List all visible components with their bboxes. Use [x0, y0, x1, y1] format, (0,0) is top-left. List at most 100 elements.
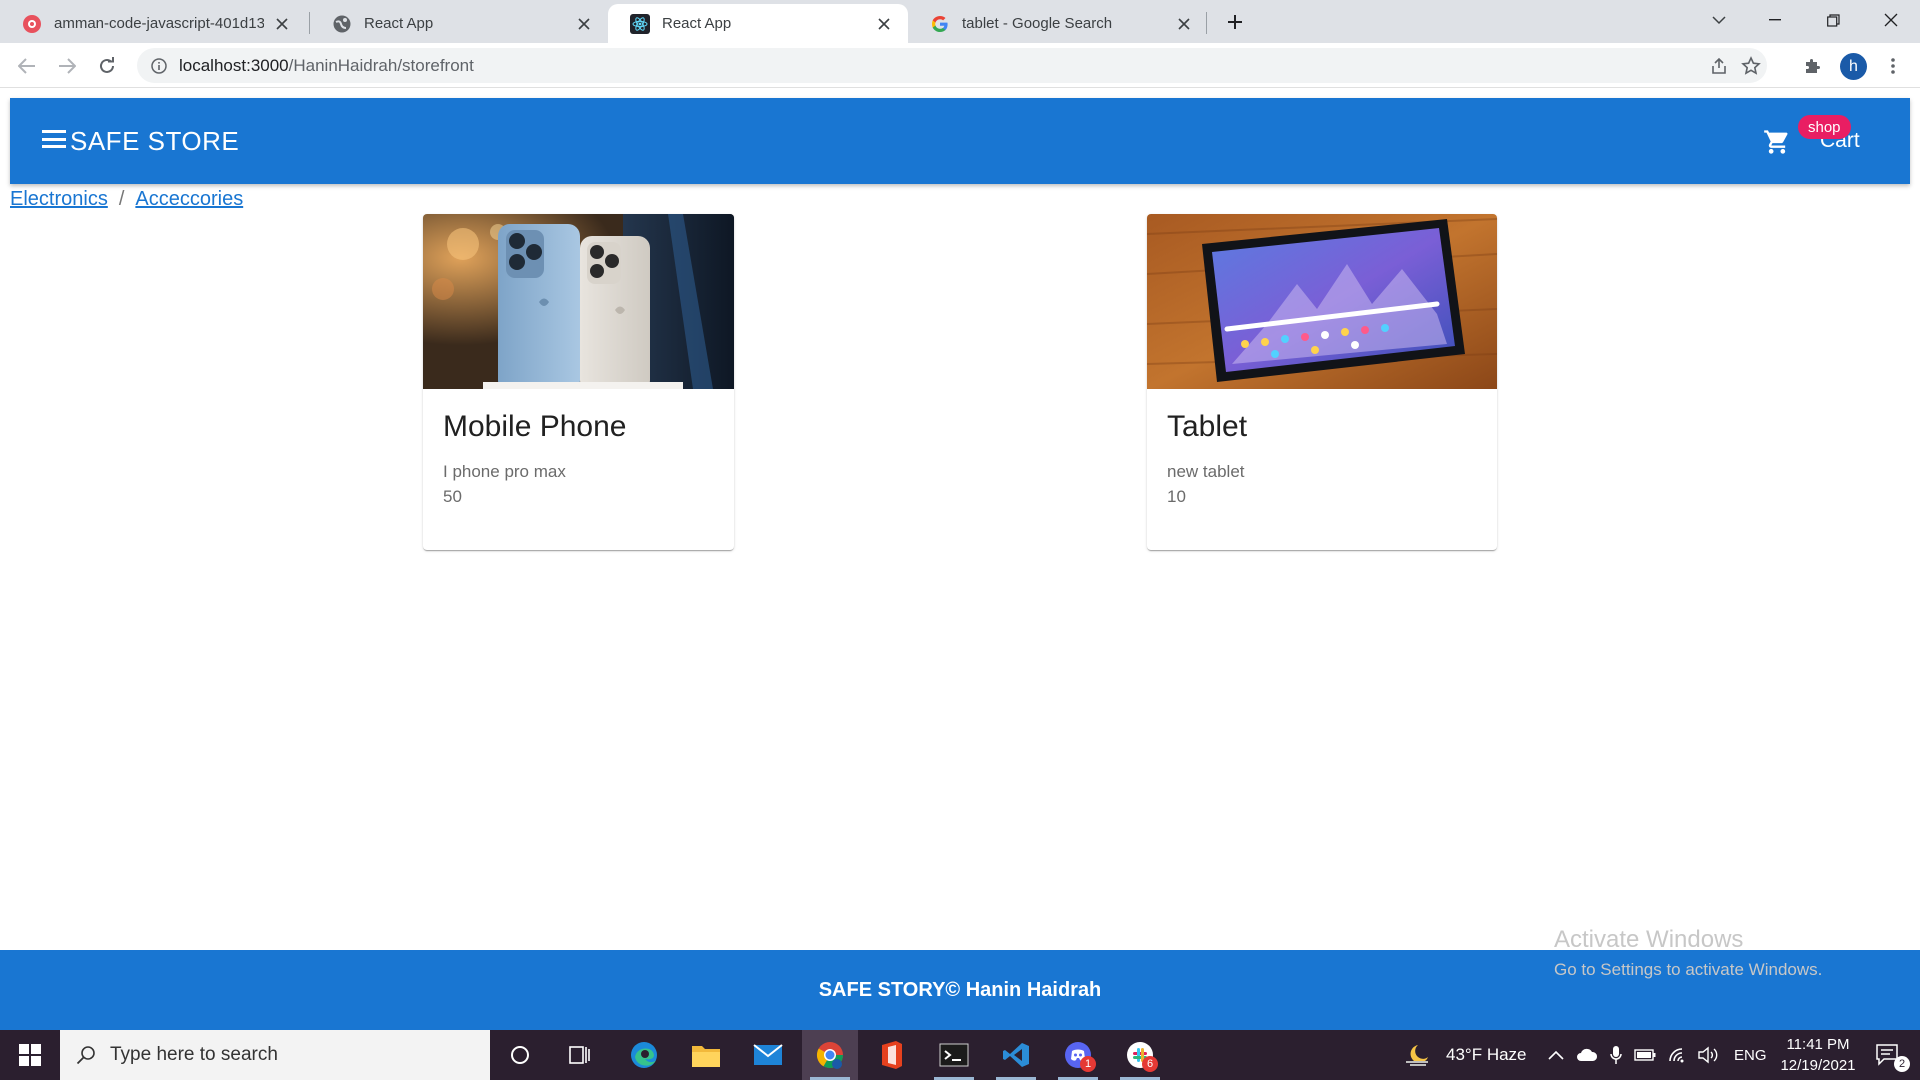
- minimize-icon: [1769, 19, 1781, 21]
- product-image-phones: [423, 214, 734, 389]
- address-bar[interactable]: localhost:3000/HaninHaidrah/storefront: [137, 48, 1767, 83]
- info-icon[interactable]: [151, 57, 167, 74]
- tab-amman-code[interactable]: amman-code-javascript-401d13:: [0, 4, 306, 43]
- tab-title: React App: [662, 15, 732, 32]
- footer-text: SAFE STORY© Hanin Haidrah: [818, 978, 1102, 1001]
- tab-separator: [1206, 12, 1207, 34]
- kebab-menu-icon: [1891, 58, 1895, 74]
- tab-title: tablet - Google Search: [962, 15, 1113, 32]
- windows-taskbar: Type here to search 1 6 43°F Haze ENG 11…: [0, 1030, 1920, 1080]
- taskbar-mail[interactable]: [740, 1030, 796, 1080]
- notification-count-badge: 2: [1894, 1056, 1910, 1072]
- tab-title: React App: [364, 15, 434, 32]
- product-title: Mobile Phone: [443, 410, 627, 443]
- close-tab-icon[interactable]: [1174, 14, 1194, 34]
- github-octocat-icon: [22, 14, 42, 34]
- product-price: 50: [443, 487, 462, 506]
- start-button[interactable]: [0, 1030, 60, 1080]
- close-window-button[interactable]: [1862, 0, 1920, 40]
- globe-icon: [332, 14, 352, 34]
- product-price: 10: [1167, 487, 1186, 506]
- taskbar-clock[interactable]: 11:41 PM 12/19/2021: [1770, 1034, 1866, 1076]
- chevron-up-icon[interactable]: [1548, 1050, 1564, 1060]
- product-image-tablet: [1147, 214, 1497, 389]
- browser-menu-button[interactable]: [1878, 51, 1908, 81]
- taskbar-slack[interactable]: 6: [1112, 1030, 1168, 1080]
- language-indicator[interactable]: ENG: [1734, 1047, 1767, 1064]
- taskbar-chrome[interactable]: [802, 1030, 858, 1080]
- close-icon: [1884, 13, 1898, 27]
- speaker-volume-icon[interactable]: [1698, 1046, 1720, 1064]
- edge-icon: [631, 1042, 657, 1068]
- office-icon: [882, 1041, 902, 1069]
- task-view-button[interactable]: [552, 1030, 608, 1080]
- forward-button[interactable]: [52, 51, 82, 81]
- extensions-button[interactable]: [1797, 51, 1827, 81]
- search-icon: [76, 1046, 95, 1065]
- taskbar-edge[interactable]: [616, 1030, 672, 1080]
- taskbar-office[interactable]: [864, 1030, 920, 1080]
- browser-tab-strip: amman-code-javascript-401d13: React App …: [0, 0, 1920, 43]
- minimize-button[interactable]: [1746, 0, 1804, 40]
- breadcrumb-link-electronics[interactable]: Electronics: [10, 188, 108, 211]
- breadcrumb-separator: /: [118, 188, 125, 210]
- tab-title: amman-code-javascript-401d13:: [54, 15, 264, 32]
- product-title: Tablet: [1167, 410, 1248, 443]
- search-placeholder: Type here to search: [110, 1044, 278, 1065]
- close-tab-icon[interactable]: [874, 14, 894, 34]
- task-view-icon: [569, 1046, 590, 1064]
- restore-button[interactable]: [1804, 0, 1862, 40]
- google-icon: [930, 14, 950, 34]
- puzzle-icon: [1806, 59, 1820, 73]
- weather-widget[interactable]: 43°F Haze: [1404, 1030, 1527, 1080]
- action-center-button[interactable]: 2: [1868, 1030, 1910, 1080]
- hamburger-menu-icon[interactable]: [42, 128, 66, 150]
- tab-google-search[interactable]: tablet - Google Search: [908, 4, 1208, 43]
- tab-react-app-active[interactable]: React App: [608, 4, 908, 43]
- moon-haze-icon: [1406, 1045, 1428, 1066]
- clock-time: 11:41 PM: [1786, 1036, 1850, 1053]
- tab-search-button[interactable]: [1690, 0, 1748, 40]
- back-button[interactable]: [12, 51, 42, 81]
- arrow-right-icon: [59, 58, 76, 74]
- system-tray: ENG: [1548, 1030, 1767, 1080]
- discord-notification-badge: 1: [1080, 1056, 1096, 1072]
- share-icon[interactable]: [1705, 52, 1733, 80]
- browser-toolbar: localhost:3000/HaninHaidrah/storefront h: [0, 43, 1920, 88]
- url-text[interactable]: localhost:3000/HaninHaidrah/storefront: [179, 56, 474, 76]
- onedrive-cloud-icon[interactable]: [1576, 1048, 1598, 1062]
- taskbar-file-explorer[interactable]: [678, 1030, 734, 1080]
- taskbar-discord[interactable]: 1: [1050, 1030, 1106, 1080]
- close-tab-icon[interactable]: [272, 14, 292, 34]
- shopping-cart-icon[interactable]: [1762, 128, 1792, 156]
- new-tab-button[interactable]: [1222, 9, 1248, 35]
- restore-icon: [1826, 13, 1840, 27]
- react-logo-icon: [630, 13, 650, 34]
- watermark-subtitle: Go to Settings to activate Windows.: [1554, 960, 1823, 979]
- profile-avatar[interactable]: h: [1840, 53, 1867, 80]
- activate-windows-watermark: Activate Windows Go to Settings to activ…: [1554, 926, 1822, 980]
- taskbar-search-input[interactable]: Type here to search: [60, 1030, 490, 1080]
- product-description: I phone pro max: [443, 462, 566, 481]
- slack-notification-badge: 6: [1142, 1056, 1158, 1072]
- wifi-icon[interactable]: [1668, 1047, 1688, 1063]
- cart-badge: shop: [1798, 115, 1851, 139]
- close-tab-icon[interactable]: [574, 14, 594, 34]
- taskbar-vscode[interactable]: [988, 1030, 1044, 1080]
- weather-text: 43°F Haze: [1446, 1045, 1527, 1064]
- tab-react-app-1[interactable]: React App: [310, 4, 608, 43]
- microphone-icon[interactable]: [1610, 1045, 1622, 1065]
- arrow-left-icon: [18, 58, 35, 74]
- bookmark-star-icon[interactable]: [1737, 52, 1765, 80]
- reload-button[interactable]: [92, 51, 122, 81]
- windows-logo-icon: [19, 1044, 41, 1066]
- product-card-mobile-phone[interactable]: Mobile Phone I phone pro max 50: [423, 214, 734, 550]
- breadcrumb-link-accessories[interactable]: Acceccories: [135, 188, 243, 211]
- product-description: new tablet: [1167, 462, 1245, 481]
- battery-icon[interactable]: [1634, 1049, 1656, 1061]
- cortana-button[interactable]: [492, 1030, 548, 1080]
- terminal-icon: [939, 1043, 969, 1067]
- taskbar-terminal[interactable]: [926, 1030, 982, 1080]
- brand-title[interactable]: SAFE STORE: [70, 126, 239, 157]
- product-card-tablet[interactable]: Tablet new tablet 10: [1147, 214, 1497, 550]
